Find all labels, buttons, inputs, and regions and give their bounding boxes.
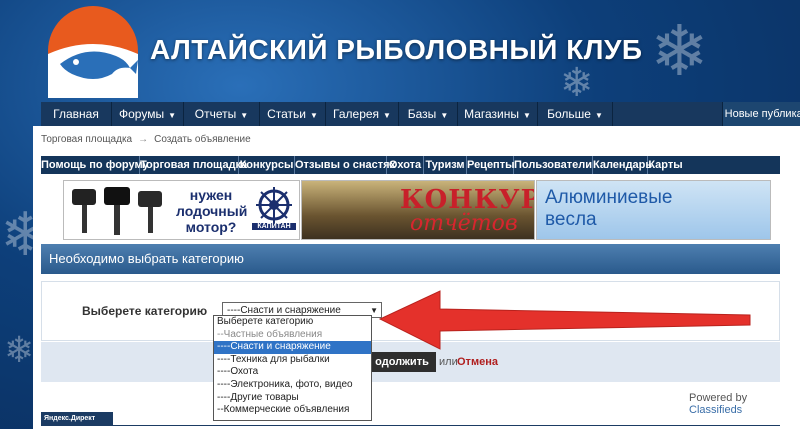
dropdown-option[interactable]: ----Другие товары bbox=[214, 392, 371, 405]
dropdown-option-selected[interactable]: ----Снасти и снаряжение bbox=[214, 341, 371, 354]
breadcrumb-arrow-icon: → bbox=[138, 134, 149, 145]
aluminum-banner-text: Алюминиевые весла bbox=[545, 187, 672, 231]
dropdown-option[interactable]: ----Электроника, фото, видео bbox=[214, 379, 371, 392]
yandex-direct-tab[interactable]: Яндекс.Директ bbox=[41, 412, 113, 425]
nav-label: Базы bbox=[407, 107, 437, 121]
caret-down-icon: ▼ bbox=[168, 111, 176, 120]
motor-line: мотор? bbox=[185, 219, 237, 235]
link-recipes[interactable]: Рецепты bbox=[467, 156, 515, 174]
powered-prefix: Powered by bbox=[689, 392, 748, 404]
nav-label: Статьи bbox=[267, 107, 306, 121]
nav-label: Галерея bbox=[333, 107, 380, 121]
caret-down-icon: ▼ bbox=[240, 111, 249, 120]
banner-row: нужен лодочный мотор? КАПИТАН КОНКУРС от… bbox=[63, 180, 771, 240]
dropdown-option[interactable]: --Частные объявления bbox=[214, 329, 371, 342]
link-forum-help[interactable]: Помощь по форуму bbox=[41, 156, 149, 174]
nav-item-reports[interactable]: Отчеты ▼ bbox=[184, 102, 260, 126]
site-header: АЛТАЙСКИЙ РЫБОЛОВНЫЙ КЛУБ bbox=[0, 0, 800, 100]
main-nav: Главная Форумы ▼ Отчеты ▼ Статьи ▼ Галерея ▼… bbox=[41, 102, 800, 126]
nav-label: Отчеты bbox=[194, 107, 237, 121]
motor-banner-text: нужен лодочный мотор? bbox=[176, 187, 248, 235]
motor-line: лодочный bbox=[176, 203, 248, 219]
banner-aluminum[interactable]: Алюминиевые весла bbox=[536, 180, 771, 240]
nav-item-shops[interactable]: Магазины ▼ bbox=[458, 102, 538, 126]
caret-down-icon: ▼ bbox=[383, 111, 391, 120]
nav-label: Форумы bbox=[119, 107, 165, 121]
snowflake-icon: ❄ bbox=[4, 330, 35, 371]
dropdown-option[interactable]: Выберете категорию bbox=[214, 316, 371, 329]
outboard-motor-icon bbox=[72, 187, 162, 235]
ship-wheel-logo: КАПИТАН bbox=[252, 185, 296, 235]
breadcrumb-current: Создать объявление bbox=[154, 134, 251, 145]
nav-label: Магазины bbox=[464, 107, 519, 121]
dropdown-option[interactable]: ----Техника для рыбалки bbox=[214, 354, 371, 367]
classifieds-link[interactable]: Classifieds bbox=[689, 404, 742, 416]
link-marketplace[interactable]: Торговая площадка bbox=[140, 156, 247, 174]
nav-item-more[interactable]: Больше ▼ bbox=[538, 102, 613, 126]
dropdown-option[interactable]: --Коммерческие объявления bbox=[214, 404, 371, 417]
divider bbox=[41, 425, 780, 426]
link-maps[interactable]: Карты bbox=[648, 156, 683, 174]
category-label: Выберете категорию bbox=[82, 304, 208, 318]
link-calendar[interactable]: Календарь bbox=[593, 156, 652, 174]
category-section-header: Необходимо выбрать категорию bbox=[41, 244, 780, 274]
cancel-link[interactable]: Отмена bbox=[457, 356, 498, 368]
nav-item-forums[interactable]: Форумы ▼ bbox=[112, 102, 184, 126]
site-title[interactable]: АЛТАЙСКИЙ РЫБОЛОВНЫЙ КЛУБ bbox=[150, 34, 643, 66]
breadcrumb-link[interactable]: Торговая площадка bbox=[41, 134, 132, 145]
nav-item-gallery[interactable]: Галерея ▼ bbox=[326, 102, 399, 126]
continue-button[interactable]: одолжить bbox=[368, 352, 436, 372]
aluminum-line: Алюминиевые bbox=[545, 187, 673, 208]
nav-label: Главная bbox=[53, 107, 99, 121]
link-tourism[interactable]: Туризм bbox=[424, 156, 467, 174]
motor-line: нужен bbox=[189, 187, 233, 203]
red-arrow-icon bbox=[378, 290, 751, 350]
link-contests[interactable]: Конкурсы bbox=[239, 156, 295, 174]
main-content: Торговая площадка → Создать объявление Пом… bbox=[33, 126, 800, 429]
brand-label: КАПИТАН bbox=[252, 223, 296, 230]
aluminum-line: весла bbox=[545, 209, 597, 230]
nav-item-home[interactable]: Главная bbox=[41, 102, 112, 126]
caret-down-icon: ▼ bbox=[594, 111, 603, 120]
powered-by: Powered by Classifieds bbox=[689, 392, 800, 416]
breadcrumb: Торговая площадка → Создать объявление bbox=[41, 134, 251, 145]
banner-motor[interactable]: нужен лодочный мотор? КАПИТАН bbox=[63, 180, 300, 240]
caret-down-icon: ▼ bbox=[523, 111, 531, 120]
link-hunting[interactable]: Охота bbox=[387, 156, 424, 174]
new-posts-link[interactable]: Новые публикации bbox=[722, 102, 800, 126]
caret-down-icon: ▼ bbox=[440, 111, 449, 120]
banner-contest[interactable]: КОНКУРС отчётов bbox=[301, 180, 535, 240]
nav-label: Больше bbox=[547, 107, 591, 121]
dropdown-option[interactable]: ----Охота bbox=[214, 366, 371, 379]
caret-down-icon: ▼ bbox=[309, 111, 318, 120]
link-tackle-reviews[interactable]: Отзывы о снастях bbox=[295, 156, 396, 174]
or-text: или bbox=[439, 356, 458, 368]
nav-item-bases[interactable]: Базы ▼ bbox=[399, 102, 458, 126]
link-users[interactable]: Пользователи bbox=[514, 156, 593, 174]
fish-logo-icon[interactable] bbox=[46, 4, 140, 98]
nav-item-articles[interactable]: Статьи ▼ bbox=[260, 102, 326, 126]
category-dropdown-list: Выберете категорию --Частные объявления … bbox=[213, 315, 372, 421]
quick-links-bar: Помощь по форуму Торговая площадка Конку… bbox=[41, 156, 780, 174]
contest-subtitle: отчётов bbox=[410, 211, 518, 236]
